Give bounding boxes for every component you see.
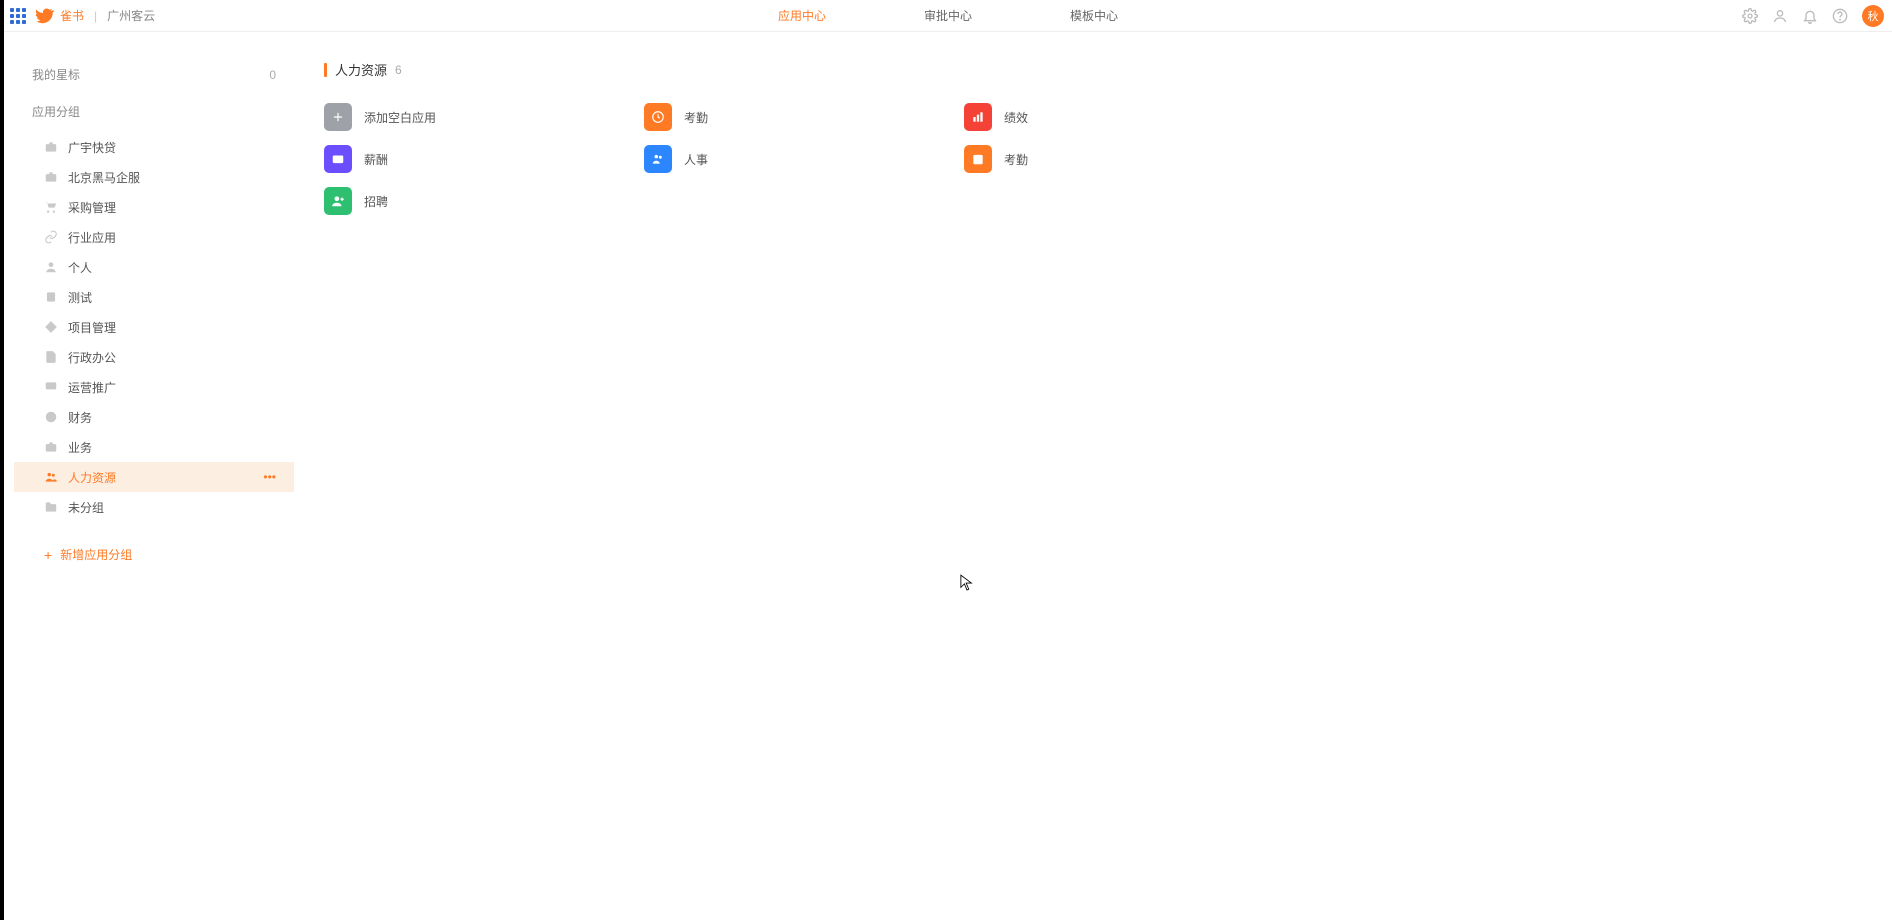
sidebar-item-label: 未分组 <box>68 499 104 516</box>
sidebar-item-label: 行业应用 <box>68 229 116 246</box>
sidebar-item-label: 运营推广 <box>68 379 116 396</box>
nav-app-center[interactable]: 应用中心 <box>774 0 830 32</box>
sidebar-item-label: 北京黑马企服 <box>68 169 140 186</box>
sidebar-starred-label: 我的星标 <box>32 66 80 83</box>
top-nav: 应用中心 审批中心 模板中心 <box>774 0 1122 32</box>
sidebar-item-g4[interactable]: 行业应用••• <box>14 222 294 252</box>
doc-icon <box>44 350 58 364</box>
link-icon <box>44 230 58 244</box>
apps-launcher-icon[interactable] <box>10 8 26 24</box>
org-name: 广州客云 <box>107 7 155 24</box>
plus-icon <box>324 103 352 131</box>
sidebar-starred-count: 0 <box>269 68 276 82</box>
app-card-xinchou[interactable]: 薪酬 <box>324 145 624 173</box>
page-title-row: 人力资源 6 <box>324 60 1872 79</box>
app-card-renshi[interactable]: 人事 <box>644 145 944 173</box>
userplus-icon <box>324 187 352 215</box>
nav-template-center[interactable]: 模板中心 <box>1066 0 1122 32</box>
header-bar: 雀书 | 广州客云 应用中心 审批中心 模板中心 秋 <box>4 0 1892 32</box>
page-count: 6 <box>395 63 402 77</box>
nav-approve-center[interactable]: 审批中心 <box>920 0 976 32</box>
title-accent-bar <box>324 63 327 77</box>
app-card-jixiao[interactable]: 绩效 <box>964 103 1264 131</box>
add-group-label: 新增应用分组 <box>60 546 132 563</box>
sidebar-item-g6[interactable]: 测试••• <box>14 282 294 312</box>
more-icon[interactable]: ••• <box>263 470 276 484</box>
brand-name: 雀书 <box>60 7 84 24</box>
app-card-zhaopin[interactable]: 招聘 <box>324 187 624 215</box>
app-label: 绩效 <box>1004 109 1028 126</box>
note-icon <box>44 290 58 304</box>
bell-icon[interactable] <box>1802 8 1818 24</box>
clock-icon <box>644 103 672 131</box>
header-actions: 秋 <box>1742 5 1884 27</box>
app-label: 考勤 <box>684 109 708 126</box>
sidebar-item-label: 采购管理 <box>68 199 116 216</box>
add-group-button[interactable]: + 新增应用分组 <box>14 536 294 563</box>
person-icon <box>44 260 58 274</box>
app-label: 考勤 <box>1004 151 1028 168</box>
wallet-icon <box>324 145 352 173</box>
sidebar-group-header-label: 应用分组 <box>32 103 80 120</box>
sidebar-item-g5[interactable]: 个人••• <box>14 252 294 282</box>
sidebar-item-g1[interactable]: 广宇快贷••• <box>14 132 294 162</box>
cart-icon <box>44 200 58 214</box>
sidebar-item-label: 测试 <box>68 289 92 306</box>
bird-icon <box>36 7 54 25</box>
app-grid: 添加空白应用考勤绩效薪酬人事考勤招聘 <box>324 103 1872 215</box>
sidebar-item-label: 广宇快贷 <box>68 139 116 156</box>
monitor-icon <box>44 380 58 394</box>
app-label: 人事 <box>684 151 708 168</box>
app-card-kaoqin2[interactable]: 考勤 <box>964 145 1264 173</box>
app-label: 招聘 <box>364 193 388 210</box>
app-card-kaoqin1[interactable]: 考勤 <box>644 103 944 131</box>
app-label: 薪酬 <box>364 151 388 168</box>
sidebar-item-label: 项目管理 <box>68 319 116 336</box>
sidebar: 我的星标 0 应用分组 广宇快贷•••北京黑马企服•••采购管理•••行业应用•… <box>4 32 304 920</box>
plus-icon: + <box>44 548 52 562</box>
sidebar-item-g12[interactable]: 人力资源 ••• <box>14 462 294 492</box>
briefcase-icon <box>44 170 58 184</box>
content-area: 我的星标 0 应用分组 广宇快贷•••北京黑马企服•••采购管理•••行业应用•… <box>4 32 1892 920</box>
brand-separator: | <box>94 9 97 23</box>
sidebar-item-label: 行政办公 <box>68 349 116 366</box>
help-icon[interactable] <box>1832 8 1848 24</box>
sidebar-item-g2[interactable]: 北京黑马企服••• <box>14 162 294 192</box>
user-icon[interactable] <box>1772 8 1788 24</box>
sidebar-item-label: 财务 <box>68 409 92 426</box>
diamond-icon <box>44 320 58 334</box>
team-icon <box>644 145 672 173</box>
sidebar-item-g7[interactable]: 项目管理••• <box>14 312 294 342</box>
calendar-icon <box>964 145 992 173</box>
app-label: 添加空白应用 <box>364 109 436 126</box>
briefcase-icon <box>44 440 58 454</box>
sidebar-item-g10[interactable]: 财务••• <box>14 402 294 432</box>
main-panel: 人力资源 6 添加空白应用考勤绩效薪酬人事考勤招聘 <box>304 32 1892 920</box>
page-title: 人力资源 <box>335 60 387 79</box>
sidebar-item-g9[interactable]: 运营推广••• <box>14 372 294 402</box>
sidebar-item-label: 个人 <box>68 259 92 276</box>
gear-icon[interactable] <box>1742 8 1758 24</box>
sidebar-starred[interactable]: 我的星标 0 <box>14 60 294 89</box>
chart-icon <box>964 103 992 131</box>
app-card-add[interactable]: 添加空白应用 <box>324 103 624 131</box>
sidebar-item-g11[interactable]: 业务••• <box>14 432 294 462</box>
avatar-text: 秋 <box>1868 8 1879 24</box>
sidebar-item-label: 人力资源 <box>68 469 116 486</box>
people-icon <box>44 470 58 484</box>
sidebar-item-g8[interactable]: 行政办公••• <box>14 342 294 372</box>
avatar[interactable]: 秋 <box>1862 5 1884 27</box>
briefcase-icon <box>44 140 58 154</box>
sidebar-item-g13[interactable]: 未分组••• <box>14 492 294 522</box>
sidebar-item-g3[interactable]: 采购管理••• <box>14 192 294 222</box>
sidebar-group-header: 应用分组 <box>14 97 294 126</box>
brand-area[interactable]: 雀书 | 广州客云 <box>36 7 155 25</box>
sidebar-group-list: 广宇快贷•••北京黑马企服•••采购管理•••行业应用•••个人•••测试•••… <box>14 132 294 522</box>
coin-icon <box>44 410 58 424</box>
folder-icon <box>44 500 58 514</box>
sidebar-item-label: 业务 <box>68 439 92 456</box>
